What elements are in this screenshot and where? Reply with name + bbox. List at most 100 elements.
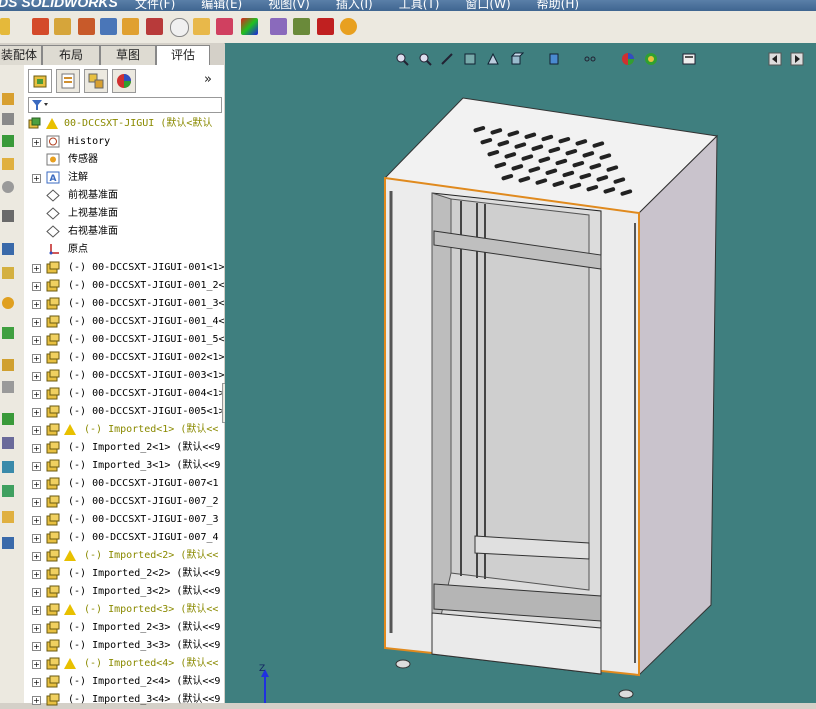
- tree-item-sensors[interactable]: 传感器: [24, 151, 224, 169]
- tree-item-origin[interactable]: 原点: [24, 241, 224, 259]
- expand-icon[interactable]: +: [32, 282, 41, 291]
- clearance-icon[interactable]: [146, 18, 163, 35]
- tree-item-component[interactable]: + (-) 00-DCCSXT-JIGUI-002<1>: [24, 349, 225, 367]
- material-icon[interactable]: [317, 18, 334, 35]
- expand-icon[interactable]: +: [32, 624, 41, 633]
- expand-icon[interactable]: +: [32, 570, 41, 579]
- sensor-icon[interactable]: [193, 18, 210, 35]
- filter-input[interactable]: [28, 97, 222, 113]
- tree-item-component[interactable]: + (-) 00-DCCSXT-JIGUI-007<1: [24, 475, 224, 493]
- tree-item-component[interactable]: + (-) Imported<3> (默认<<: [24, 601, 224, 619]
- tree-item-component[interactable]: + (-) 00-DCCSXT-JIGUI-003<1>: [24, 367, 225, 385]
- tree-item-component[interactable]: + (-) 00-DCCSXT-JIGUI-007_2: [24, 493, 224, 511]
- check-icon[interactable]: [122, 18, 139, 35]
- strip-icon[interactable]: [2, 381, 14, 393]
- expand-icon[interactable]: +: [32, 588, 41, 597]
- expand-icon[interactable]: +: [32, 678, 41, 687]
- tree-item-history[interactable]: + History: [24, 133, 224, 151]
- property-manager-tab-icon[interactable]: [56, 69, 80, 93]
- mass-properties-icon[interactable]: [78, 18, 95, 35]
- expand-icon[interactable]: +: [32, 408, 41, 417]
- tree-item-component[interactable]: + (-) 00-DCCSXT-JIGUI-001_4<: [24, 313, 225, 331]
- tree-item-right-plane[interactable]: 右视基准面: [24, 223, 224, 241]
- strip-icon[interactable]: [2, 158, 14, 170]
- tree-item-component[interactable]: + (-) Imported_3<4> (默认<<9: [24, 691, 224, 709]
- strip-icon[interactable]: [2, 437, 14, 449]
- curvature-icon[interactable]: [270, 18, 287, 35]
- strip-icon[interactable]: [2, 511, 14, 523]
- expand-icon[interactable]: +: [32, 462, 41, 471]
- tab-assembly[interactable]: 装配体: [0, 45, 42, 65]
- interference-icon[interactable]: [32, 18, 49, 35]
- strip-icon[interactable]: [2, 181, 14, 193]
- expand-icon[interactable]: +: [32, 444, 41, 453]
- strip-icon[interactable]: [2, 113, 14, 125]
- tree-item-annotations[interactable]: + A 注解: [24, 169, 224, 187]
- expand-icon[interactable]: +: [32, 696, 41, 705]
- display-manager-tab-icon[interactable]: [112, 69, 136, 93]
- strip-icon[interactable]: [2, 461, 14, 473]
- tree-item-component[interactable]: + (-) Imported_3<2> (默认<<9: [24, 583, 224, 601]
- simulation-icon[interactable]: [340, 18, 357, 35]
- strip-icon[interactable]: [2, 327, 14, 339]
- tree-item-component[interactable]: + (-) Imported_2<4> (默认<<9: [24, 673, 224, 691]
- expand-icon[interactable]: +: [32, 516, 41, 525]
- strip-icon[interactable]: [2, 243, 14, 255]
- tree-item-component[interactable]: + (-) Imported_2<1> (默认<<9: [24, 439, 224, 457]
- expand-icon[interactable]: +: [32, 372, 41, 381]
- expand-icon[interactable]: +: [32, 642, 41, 651]
- strip-icon[interactable]: [2, 267, 14, 279]
- expand-icon[interactable]: +: [32, 534, 41, 543]
- statistics-icon[interactable]: [216, 18, 233, 35]
- expand-icon[interactable]: +: [32, 318, 41, 327]
- expand-icon[interactable]: +: [32, 480, 41, 489]
- expand-icon[interactable]: +: [32, 264, 41, 273]
- menu-item[interactable]: 帮助(H): [537, 0, 579, 11]
- menu-item[interactable]: 编辑(E): [201, 0, 242, 11]
- graphics-viewport[interactable]: Z: [225, 43, 816, 703]
- zebra-icon[interactable]: [293, 18, 310, 35]
- tree-item-component[interactable]: + (-) Imported<4> (默认<<: [24, 655, 224, 673]
- feature-manager-tab-icon[interactable]: [28, 69, 52, 93]
- tree-item-component[interactable]: + (-) 00-DCCSXT-JIGUI-001_2<: [24, 277, 225, 295]
- strip-icon[interactable]: [2, 297, 14, 309]
- menu-item[interactable]: 窗口(W): [465, 0, 510, 11]
- tree-item-front-plane[interactable]: 前视基准面: [24, 187, 224, 205]
- menu-item[interactable]: 文件(F): [135, 0, 175, 11]
- expand-icon[interactable]: +: [32, 498, 41, 507]
- expand-icon[interactable]: +: [32, 138, 41, 147]
- menu-item[interactable]: 插入(I): [336, 0, 373, 11]
- expand-icon[interactable]: +: [32, 552, 41, 561]
- expand-icon[interactable]: +: [32, 426, 41, 435]
- tree-item-component[interactable]: + (-) 00-DCCSXT-JIGUI-001_5<: [24, 331, 225, 349]
- tree-item-component[interactable]: + (-) Imported_2<3> (默认<<9: [24, 619, 224, 637]
- tab-layout[interactable]: 布局: [42, 45, 100, 65]
- mate-icon[interactable]: [0, 18, 10, 35]
- tree-item-component[interactable]: + (-) Imported_3<3> (默认<<9: [24, 637, 224, 655]
- menu-item[interactable]: 视图(V): [268, 0, 310, 11]
- cabinet-model[interactable]: [225, 43, 816, 703]
- tree-item-component[interactable]: + (-) 00-DCCSXT-JIGUI-004<1>: [24, 385, 225, 403]
- strip-icon[interactable]: [2, 413, 14, 425]
- expand-icon[interactable]: +: [32, 354, 41, 363]
- tree-item-component[interactable]: + (-) Imported_2<2> (默认<<9: [24, 565, 224, 583]
- tree-item-component[interactable]: + (-) Imported<1> (默认<<: [24, 421, 224, 439]
- strip-icon[interactable]: [2, 359, 14, 371]
- expand-icon[interactable]: +: [32, 390, 41, 399]
- expand-icon[interactable]: +: [32, 300, 41, 309]
- strip-icon[interactable]: [2, 485, 14, 497]
- strip-icon[interactable]: [2, 537, 14, 549]
- menu-item[interactable]: 工具(T): [399, 0, 440, 11]
- tree-item-component[interactable]: + (-) Imported_3<1> (默认<<9: [24, 457, 224, 475]
- tab-sketch[interactable]: 草图: [100, 45, 156, 65]
- tree-item-component[interactable]: + (-) 00-DCCSXT-JIGUI-001_3<: [24, 295, 225, 313]
- strip-icon[interactable]: [2, 93, 14, 105]
- strip-icon[interactable]: [2, 210, 14, 222]
- tree-item-component[interactable]: + (-) 00-DCCSXT-JIGUI-007_3: [24, 511, 224, 529]
- strip-icon[interactable]: [2, 135, 14, 147]
- expand-icon[interactable]: +: [32, 336, 41, 345]
- configuration-manager-tab-icon[interactable]: [84, 69, 108, 93]
- tree-root[interactable]: 00-DCCSXT-JIGUI (默认<默认: [24, 115, 224, 133]
- tree-item-component[interactable]: + (-) 00-DCCSXT-JIGUI-001<1>: [24, 259, 225, 277]
- expand-icon[interactable]: +: [32, 174, 41, 183]
